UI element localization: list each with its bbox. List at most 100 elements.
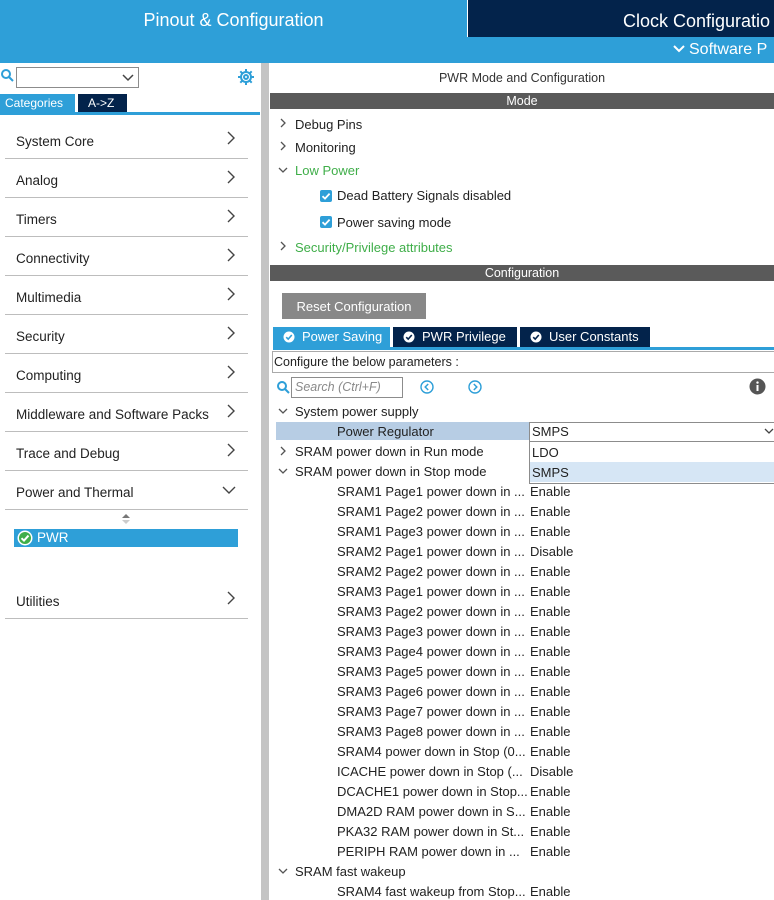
panel-splitter[interactable] [261, 63, 269, 900]
param-value[interactable]: Enable [530, 564, 570, 579]
param-value[interactable]: Enable [530, 484, 570, 499]
peripheral-label: PWR [37, 530, 69, 545]
param-value[interactable]: Enable [530, 584, 570, 599]
category-multimedia[interactable]: Multimedia [5, 276, 248, 315]
category-power-thermal[interactable]: Power and Thermal [5, 471, 248, 510]
param-name: SRAM1 Page3 power down in ... [337, 524, 525, 539]
param-value[interactable]: Enable [530, 704, 570, 719]
configure-hint: Configure the below parameters : [274, 355, 459, 369]
chevron-down-icon [764, 428, 774, 434]
chevron-right-icon [227, 170, 235, 184]
param-value[interactable]: Enable [530, 644, 570, 659]
chevron-down-icon[interactable] [122, 71, 134, 83]
chevron-right-icon [227, 248, 235, 262]
group-run-mode[interactable]: SRAM power down in Run mode [295, 444, 484, 459]
chevron-down-icon[interactable] [278, 406, 288, 416]
category-label: Timers [16, 212, 57, 227]
param-name: DCACHE1 power down in Stop... [337, 784, 528, 799]
param-value[interactable]: Enable [530, 724, 570, 739]
param-name: SRAM3 Page8 power down in ... [337, 724, 525, 739]
param-value[interactable]: Enable [530, 604, 570, 619]
chevron-right-icon[interactable] [278, 141, 288, 151]
category-label: Power and Thermal [16, 485, 134, 500]
param-value[interactable]: Enable [530, 784, 570, 799]
param-value[interactable]: Enable [530, 624, 570, 639]
tab-label: PWR Privilege [422, 329, 506, 344]
tab-power-saving[interactable]: Power Saving [273, 327, 390, 347]
chevron-right-icon [227, 591, 235, 605]
previous-icon[interactable] [420, 380, 434, 394]
category-connectivity[interactable]: Connectivity [5, 237, 248, 276]
power-regulator-select[interactable]: SMPS [529, 422, 774, 442]
power-saving-checkbox[interactable] [320, 216, 332, 228]
category-search-combo[interactable] [16, 67, 139, 88]
search-placeholder: Search (Ctrl+F) [295, 380, 381, 394]
chevron-right-icon [227, 209, 235, 223]
chevron-right-icon [227, 287, 235, 301]
power-regulator-row[interactable]: Power Regulator [276, 422, 529, 440]
category-analog[interactable]: Analog [5, 159, 248, 198]
info-icon[interactable] [749, 378, 766, 395]
param-name: SRAM3 Page1 power down in ... [337, 584, 525, 599]
tab-a-to-z[interactable]: A->Z [78, 94, 127, 112]
peripheral-item-pwr[interactable]: PWR [14, 529, 238, 547]
param-value[interactable]: Enable [530, 504, 570, 519]
tree-monitoring[interactable]: Monitoring [295, 140, 356, 155]
category-label: Analog [16, 173, 59, 188]
check-circle-icon [283, 331, 295, 343]
category-system-core[interactable]: System Core [5, 120, 248, 159]
chevron-right-icon [227, 365, 235, 379]
param-value[interactable]: Enable [530, 684, 570, 699]
mode-title: PWR Mode and Configuration [438, 71, 606, 85]
chevron-down-icon[interactable] [278, 466, 288, 476]
category-security[interactable]: Security [5, 315, 248, 354]
chevron-down-icon[interactable] [278, 165, 288, 175]
param-name: PKA32 RAM power down in St... [337, 824, 525, 839]
category-utilities[interactable]: Utilities [5, 580, 248, 619]
tab-pwr-privilege[interactable]: PWR Privilege [393, 327, 517, 347]
tab-user-constants[interactable]: User Constants [520, 327, 650, 347]
software-packs-menu[interactable]: Software P [673, 41, 767, 59]
dead-battery-checkbox[interactable] [320, 190, 332, 202]
next-icon[interactable] [468, 380, 482, 394]
tab-clock-configuration[interactable]: Clock Configuratio [468, 0, 774, 37]
parameter-search-input[interactable]: Search (Ctrl+F) [291, 377, 403, 398]
option-ldo[interactable]: LDO [530, 442, 774, 462]
category-timers[interactable]: Timers [5, 198, 248, 237]
chevron-right-icon[interactable] [278, 241, 288, 251]
chevron-right-icon [227, 443, 235, 457]
tab-pinout-configuration[interactable]: Pinout & Configuration [0, 0, 467, 37]
chevron-right-icon[interactable] [278, 446, 288, 456]
param-value[interactable]: Enable [530, 524, 570, 539]
category-middleware[interactable]: Middleware and Software Packs [5, 393, 248, 432]
param-value[interactable]: Disable [530, 764, 573, 779]
tree-debug-pins[interactable]: Debug Pins [295, 117, 362, 132]
param-value[interactable]: Enable [530, 804, 570, 819]
group-stop-mode[interactable]: SRAM power down in Stop mode [295, 464, 486, 479]
tab-categories[interactable]: Categories [0, 94, 75, 112]
reset-configuration-button[interactable]: Reset Configuration [282, 293, 426, 319]
category-trace-debug[interactable]: Trace and Debug [5, 432, 248, 471]
tab-clock-label: Clock Configuratio [623, 11, 771, 31]
gear-icon[interactable] [237, 68, 255, 86]
param-name: DMA2D RAM power down in S... [337, 804, 526, 819]
tree-security-privilege[interactable]: Security/Privilege attributes [295, 240, 453, 255]
group-fast-wakeup[interactable]: SRAM fast wakeup [295, 864, 406, 879]
param-value[interactable]: Enable [530, 844, 570, 859]
chevron-down-icon[interactable] [278, 866, 288, 876]
param-value[interactable]: Enable [530, 824, 570, 839]
param-value[interactable]: Enable [530, 664, 570, 679]
param-value[interactable]: Enable [530, 884, 570, 899]
tree-low-power[interactable]: Low Power [295, 163, 359, 178]
sort-icon[interactable] [122, 514, 130, 524]
option-smps[interactable]: SMPS [530, 462, 774, 482]
group-system-power-supply[interactable]: System power supply [295, 404, 419, 419]
param-value[interactable]: Enable [530, 744, 570, 759]
power-saving-label: Power saving mode [337, 215, 452, 230]
category-computing[interactable]: Computing [5, 354, 248, 393]
param-value[interactable]: Disable [530, 544, 573, 559]
chevron-right-icon [227, 326, 235, 340]
param-name: SRAM1 Page1 power down in ... [337, 484, 525, 499]
chevron-right-icon[interactable] [278, 118, 288, 128]
param-name: SRAM3 Page6 power down in ... [337, 684, 525, 699]
